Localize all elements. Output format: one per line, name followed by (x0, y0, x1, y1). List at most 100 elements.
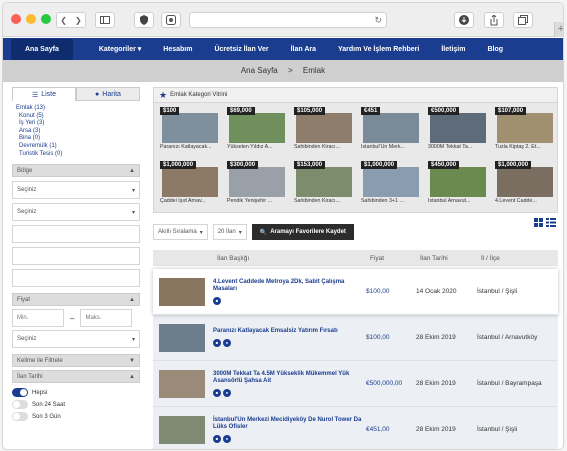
category-item[interactable]: Emlak (13) (16, 105, 140, 113)
list-view-icon[interactable] (546, 218, 556, 227)
nav-search[interactable]: İlan Ara (291, 46, 316, 53)
downloads-button[interactable] (454, 12, 474, 28)
showcase-item[interactable]: $69,000 Yükselen Yıldız A... (227, 107, 291, 158)
save-search-button[interactable]: 🔍 Aramayı Favorilere Kaydet (251, 224, 354, 240)
showcase-photo[interactable] (430, 113, 486, 143)
table-row[interactable]: Paranızı Katlayacak Emsalsiz Yatırım Fır… (153, 315, 558, 361)
keyword-filter-header[interactable]: Kelime ile Filtrele ▼ (12, 354, 140, 368)
shield-button[interactable] (134, 12, 154, 28)
showcase-photo[interactable] (296, 113, 352, 143)
category-item[interactable]: Bina (0) (16, 135, 140, 143)
chevron-right-icon[interactable]: ❯ (75, 16, 82, 25)
showcase-item[interactable]: $100 Paranızı Katlayacak... (160, 107, 224, 158)
showcase-label[interactable]: Sahibinden Kiracı... (294, 198, 358, 204)
table-row[interactable]: 3000M Tekkat Ta 4.5M Yükseklik Mükemmel … (153, 361, 558, 407)
showcase-photo[interactable] (497, 113, 553, 143)
sidebar-toggle-button[interactable] (95, 12, 115, 28)
showcase-label[interactable]: Paranızı Katlayacak... (160, 144, 224, 150)
max-price-input[interactable]: Maks. (80, 309, 133, 328)
toggle-on[interactable] (12, 388, 28, 398)
region-select-1[interactable]: Seçiniz ▾ (12, 181, 140, 200)
category-item[interactable]: İş Yeri (3) (16, 120, 140, 128)
nav-categories[interactable]: Kategoriler ▾ (99, 45, 141, 53)
category-item[interactable]: Devremülk (1) (16, 143, 140, 151)
showcase-photo[interactable] (363, 167, 419, 197)
nav-home[interactable]: Ana Sayfa (11, 38, 73, 60)
showcase-item[interactable]: $153,000 Sahibinden Kiracı... (294, 161, 358, 212)
listing-thumbnail[interactable] (159, 369, 205, 398)
date-option-3d[interactable]: Son 3 Gün (12, 411, 140, 423)
category-item[interactable]: Arsa (3) (16, 128, 140, 136)
new-tab-button[interactable]: + (554, 22, 563, 37)
table-row[interactable]: İstanbul'Un Merkezi Mecidiyeköy De Nurol… (153, 407, 558, 449)
showcase-item[interactable]: $300,000 Pendik Yenişehir ... (227, 161, 291, 212)
listing-title[interactable]: 4.Levent Caddede Metroya 2Dk, Sabit Çalı… (213, 279, 366, 294)
min-price-input[interactable]: Min. (12, 309, 64, 328)
category-item[interactable]: Turistik Tesis (0) (16, 151, 140, 159)
showcase-photo[interactable] (162, 113, 218, 143)
listing-thumbnail[interactable] (159, 415, 205, 444)
showcase-item[interactable]: $105,000 Sahibinden Kiracı... (294, 107, 358, 158)
showcase-item[interactable]: $1,000,000 4.Levent Cadde... (495, 161, 559, 212)
address-bar[interactable]: ↻ (189, 12, 387, 28)
showcase-label[interactable]: İstanbul Arnavut... (428, 198, 492, 204)
date-option-all[interactable]: Hepsi (12, 387, 140, 399)
showcase-photo[interactable] (229, 113, 285, 143)
zoom-window-button[interactable] (41, 14, 51, 24)
nav-blog[interactable]: Blog (487, 46, 503, 53)
region-select-5[interactable] (12, 269, 140, 288)
minimize-window-button[interactable] (26, 14, 36, 24)
showcase-label[interactable]: 3000M Tekkat Ta... (428, 144, 492, 150)
showcase-photo[interactable] (363, 113, 419, 143)
showcase-label[interactable]: Sahibinden 3+1 ... (361, 198, 425, 204)
showcase-photo[interactable] (162, 167, 218, 197)
showcase-photo[interactable] (229, 167, 285, 197)
showcase-item[interactable]: $1,000,000 Sahibinden 3+1 ... (361, 161, 425, 212)
region-select-2[interactable]: Seçiniz ▾ (12, 203, 140, 222)
chevron-left-icon[interactable]: ❮ (60, 16, 67, 25)
showcase-photo[interactable] (430, 167, 486, 197)
date-section-header[interactable]: İlan Tarihi ▲ (12, 370, 140, 384)
showcase-item[interactable]: $107,000 Tuzla Kiptaş 2. Et... (495, 107, 559, 158)
showcase-label[interactable]: Pendik Yenişehir ... (227, 198, 291, 204)
region-select-4[interactable] (12, 247, 140, 266)
region-section-header[interactable]: Bölge ▲ (12, 164, 140, 178)
date-option-24h[interactable]: Son 24 Saat (12, 399, 140, 411)
showcase-label[interactable]: İstanbul'Un Merk... (361, 144, 425, 150)
listing-thumbnail[interactable] (159, 323, 205, 352)
region-select-3[interactable] (12, 225, 140, 244)
tabs-button[interactable] (513, 12, 533, 28)
toggle-off[interactable] (12, 412, 28, 422)
nav-help[interactable]: Yardım Ve İşlem Rehberi (338, 46, 419, 53)
sort-select[interactable]: Akıllı Sıralama ▾ (153, 224, 208, 240)
table-row[interactable]: 4.Levent Caddede Metroya 2Dk, Sabit Çalı… (153, 269, 558, 315)
showcase-item[interactable]: $1,000,000 Çaddei Işıd Arnav... (160, 161, 224, 212)
showcase-photo[interactable] (497, 167, 553, 197)
listing-thumbnail[interactable] (159, 277, 205, 306)
listing-title[interactable]: Paranızı Katlayacak Emsalsiz Yatırım Fır… (213, 328, 366, 336)
extension-button[interactable] (161, 12, 181, 28)
tab-list[interactable]: ☰ Liste (12, 87, 76, 101)
showcase-label[interactable]: Yükselen Yıldız A... (227, 144, 291, 150)
showcase-item[interactable]: €451 İstanbul'Un Merk... (361, 107, 425, 158)
showcase-label[interactable]: Tuzla Kiptaş 2. Et... (495, 144, 559, 150)
grid-view-icon[interactable] (534, 218, 543, 227)
count-select[interactable]: 20 İlan ▾ (212, 224, 247, 240)
close-window-button[interactable] (11, 14, 21, 24)
showcase-label[interactable]: Sahibinden Kiracı... (294, 144, 358, 150)
toggle-off[interactable] (12, 400, 28, 410)
nav-free-listing[interactable]: Ücretsiz İlan Ver (214, 46, 268, 53)
listing-title[interactable]: İstanbul'Un Merkezi Mecidiyeköy De Nurol… (213, 417, 366, 432)
back-forward-buttons[interactable]: ❮ ❯ (56, 12, 86, 28)
listing-title[interactable]: 3000M Tekkat Ta 4.5M Yükseklik Mükemmel … (213, 371, 366, 386)
price-section-header[interactable]: Fiyat ▲ (12, 293, 140, 307)
share-button[interactable] (484, 12, 504, 28)
showcase-item[interactable]: $450,000 İstanbul Arnavut... (428, 161, 492, 212)
currency-select[interactable]: Seçiniz ▾ (12, 330, 140, 349)
showcase-item[interactable]: €500,000 3000M Tekkat Ta... (428, 107, 492, 158)
nav-account[interactable]: Hesabım (163, 46, 192, 53)
breadcrumb-home[interactable]: Ana Sayfa (241, 66, 278, 75)
showcase-label[interactable]: Çaddei Işıd Arnav... (160, 198, 224, 204)
showcase-label[interactable]: 4.Levent Cadde... (495, 198, 559, 204)
tab-map[interactable]: ● Harita (76, 87, 140, 101)
